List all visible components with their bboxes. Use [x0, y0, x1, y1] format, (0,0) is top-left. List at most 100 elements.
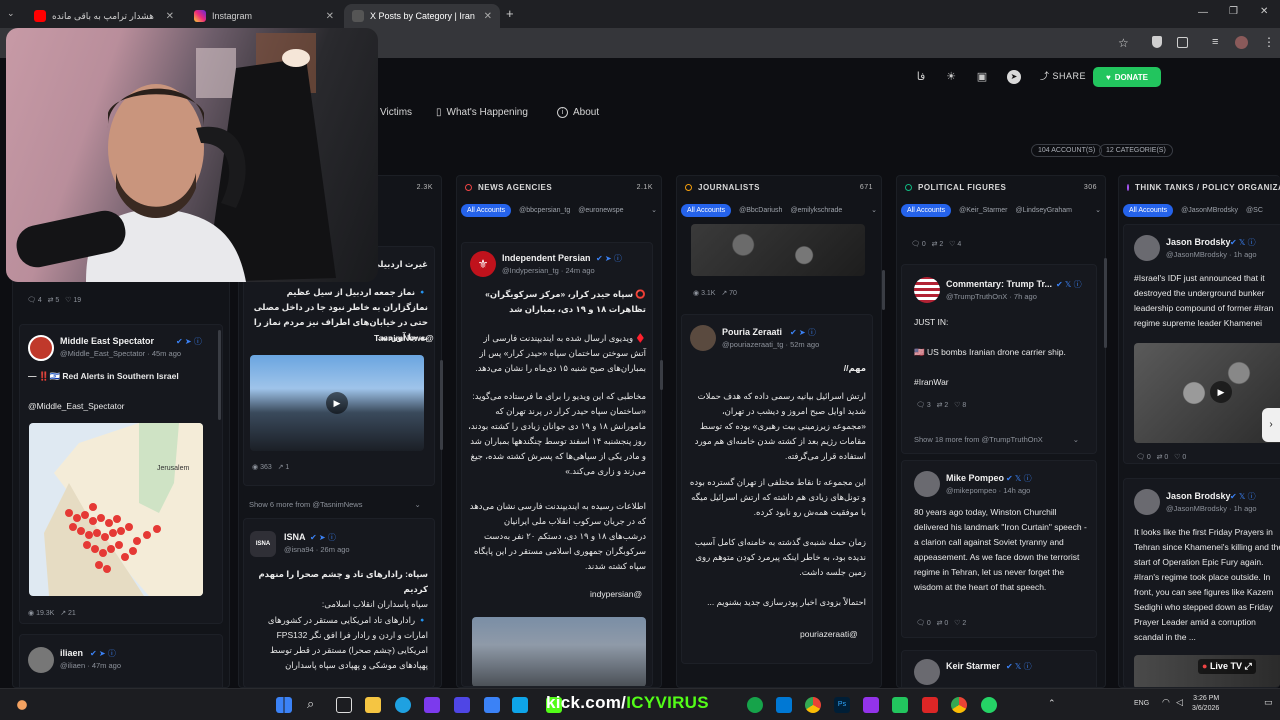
post-card[interactable]: ⚜ Independent Persian ✔ ➤ ⓘ @Indypersian…: [461, 242, 653, 687]
start-icon[interactable]: [276, 697, 292, 713]
chat-icon[interactable]: ▣: [975, 70, 989, 84]
lang-indicator[interactable]: ENG: [1134, 700, 1149, 707]
tab-youtube[interactable]: هشدار ترامپ به باقی مانده ✕: [26, 4, 182, 28]
post-card[interactable]: ISNA ISNA ✔ ➤ ⓘ @isna94 · 26m ago سپاه: …: [243, 518, 435, 687]
post-card[interactable]: غیرت اردبیلی 🔹 نماز جمعه اردبیل از سیل ع…: [243, 246, 435, 486]
weather-icon[interactable]: [14, 697, 30, 713]
app-icon[interactable]: [863, 697, 879, 713]
reply-icon[interactable]: 🗨: [916, 402, 927, 409]
app-icon[interactable]: [484, 697, 500, 713]
expand-icon[interactable]: ⤢: [1244, 661, 1251, 671]
bookmark-star-icon[interactable]: ☆: [1118, 36, 1129, 50]
avatar[interactable]: ISNA: [250, 531, 276, 557]
reply-icon[interactable]: 🗨: [1136, 454, 1147, 461]
filter-account[interactable]: @bbcpersian_tg: [519, 207, 570, 214]
avatar[interactable]: ⚜: [470, 251, 496, 277]
minimize-icon[interactable]: —: [1198, 7, 1208, 18]
author-name[interactable]: Commentary: Trump Tr...: [946, 279, 1052, 289]
volume-icon[interactable]: ◁: [1176, 697, 1183, 708]
author-name[interactable]: Pouria Zeraati: [722, 327, 782, 337]
tab-instagram[interactable]: Instagram ✕: [186, 4, 342, 28]
filter-account[interactable]: @JasonMBrodsky: [1181, 207, 1238, 214]
whatsapp-icon[interactable]: [981, 697, 997, 713]
tray-chevron-icon[interactable]: ⌃: [1048, 698, 1056, 709]
post-card[interactable]: iliaen ✔ ➤ ⓘ @iliaen · 47m ago: [19, 634, 223, 687]
avatar[interactable]: [914, 471, 940, 497]
search-icon[interactable]: ⌕: [307, 696, 314, 712]
file-explorer-icon[interactable]: [365, 697, 381, 713]
alert-map-image[interactable]: Jerusalem: [29, 423, 203, 596]
chrome-icon[interactable]: [805, 697, 821, 713]
wifi-icon[interactable]: ◠: [1162, 697, 1170, 708]
menu-kebab-icon[interactable]: ⋮: [1263, 35, 1275, 49]
nav-victims[interactable]: Victims: [380, 107, 412, 118]
column-scrollbar[interactable]: [218, 330, 221, 420]
avatar[interactable]: [1134, 235, 1160, 261]
avatar[interactable]: [28, 647, 54, 673]
satellite-video[interactable]: ▶: [1134, 343, 1280, 443]
profile-avatar[interactable]: [1235, 36, 1248, 49]
tab-iran-monitor[interactable]: X Posts by Category | Iran Mon ✕: [344, 4, 500, 28]
maximize-icon[interactable]: ❐: [1229, 6, 1238, 17]
filter-account[interactable]: @SC: [1246, 207, 1263, 214]
play-button[interactable]: ▶: [326, 392, 348, 414]
chevron-down-icon[interactable]: ⌄: [871, 206, 877, 214]
column-scrollbar[interactable]: [660, 360, 663, 390]
close-tab-icon[interactable]: ✕: [326, 11, 334, 22]
filter-account[interactable]: @Keir_Starmer: [959, 207, 1007, 214]
vscode-icon[interactable]: [776, 697, 792, 713]
theme-sun-icon[interactable]: ☀: [944, 70, 958, 84]
show-more-button[interactable]: Show 6 more from @TasnimNews ⌄: [249, 500, 421, 509]
reply-icon[interactable]: 🗨: [916, 620, 927, 627]
author-name[interactable]: Jason Brodsky: [1166, 491, 1231, 501]
live-tv-badge[interactable]: ● Live TV ⤢: [1198, 659, 1256, 674]
column-scrollbar[interactable]: [440, 360, 443, 450]
author-name[interactable]: Middle East Spectator: [60, 336, 154, 346]
app-icon[interactable]: [454, 697, 470, 713]
reply-icon[interactable]: 🗨: [911, 241, 922, 248]
filter-account[interactable]: @euronewspe: [578, 207, 623, 214]
avatar[interactable]: [28, 335, 54, 361]
filter-all-accounts[interactable]: All Accounts: [1123, 203, 1174, 217]
filter-account[interactable]: @emilykschrade: [790, 207, 842, 214]
edge-icon[interactable]: [395, 697, 411, 713]
chevron-down-icon[interactable]: ⌄: [651, 206, 657, 214]
app-icon[interactable]: [922, 697, 938, 713]
app-icon[interactable]: [747, 697, 763, 713]
post-card[interactable]: Pouria Zeraati ✔ ➤ ⓘ @pouriazeraati_tg ·…: [681, 314, 873, 664]
chevron-down-icon[interactable]: ⌄: [1095, 206, 1101, 214]
column-scrollbar[interactable]: [1104, 258, 1107, 348]
avatar[interactable]: [1134, 489, 1160, 515]
share-icon[interactable]: ↗: [60, 610, 68, 617]
avatar[interactable]: [690, 325, 716, 351]
nav-about[interactable]: i About: [557, 107, 599, 118]
author-name[interactable]: iliaen: [60, 648, 83, 658]
avatar[interactable]: [914, 659, 940, 685]
post-card[interactable]: Middle East Spectator ✔ ➤ ⓘ @Middle_East…: [19, 324, 223, 624]
filter-all-accounts[interactable]: All Accounts: [461, 203, 512, 217]
new-tab-icon[interactable]: +: [506, 6, 514, 21]
close-tab-icon[interactable]: ✕: [484, 11, 492, 22]
chrome-active-icon[interactable]: [951, 697, 967, 713]
telegram-icon[interactable]: ➤: [1007, 70, 1021, 84]
author-name[interactable]: ISNA: [284, 532, 306, 542]
author-name[interactable]: Mike Pompeo: [946, 473, 1004, 483]
post-card[interactable]: Keir Starmer ✔ 𝕏 ⓘ: [901, 650, 1097, 687]
media-control-icon[interactable]: ≡: [1212, 36, 1218, 48]
author-name[interactable]: Keir Starmer: [946, 661, 1000, 671]
avatar[interactable]: [914, 277, 940, 303]
language-toggle[interactable]: فا: [914, 70, 928, 84]
filter-account[interactable]: @BbcDariush: [739, 207, 782, 214]
post-video[interactable]: ▶: [250, 355, 424, 451]
filter-account[interactable]: @LindseyGraham: [1015, 207, 1072, 214]
nav-whats-happening[interactable]: ▯ What's Happening: [436, 107, 528, 118]
post-card[interactable]: Commentary: Trump Tr... ✔ 𝕏 ⓘ @TrumpTrut…: [901, 264, 1097, 454]
show-more-button[interactable]: Show 18 more from @TrumpTruthOnX ⌄: [914, 435, 1079, 444]
post-video[interactable]: [472, 617, 646, 686]
photoshop-icon[interactable]: Ps: [834, 697, 850, 713]
column-scrollbar[interactable]: [882, 270, 885, 310]
post-card[interactable]: Jason Brodsky ✔ 𝕏 ⓘ @JasonMBrodsky · 1h …: [1123, 224, 1280, 464]
scroll-right-button[interactable]: ›: [1262, 408, 1280, 442]
author-name[interactable]: Independent Persian: [502, 253, 591, 263]
post-card[interactable]: Mike Pompeo ✔ 𝕏 ⓘ @mikepompeo · 14h ago …: [901, 460, 1097, 638]
